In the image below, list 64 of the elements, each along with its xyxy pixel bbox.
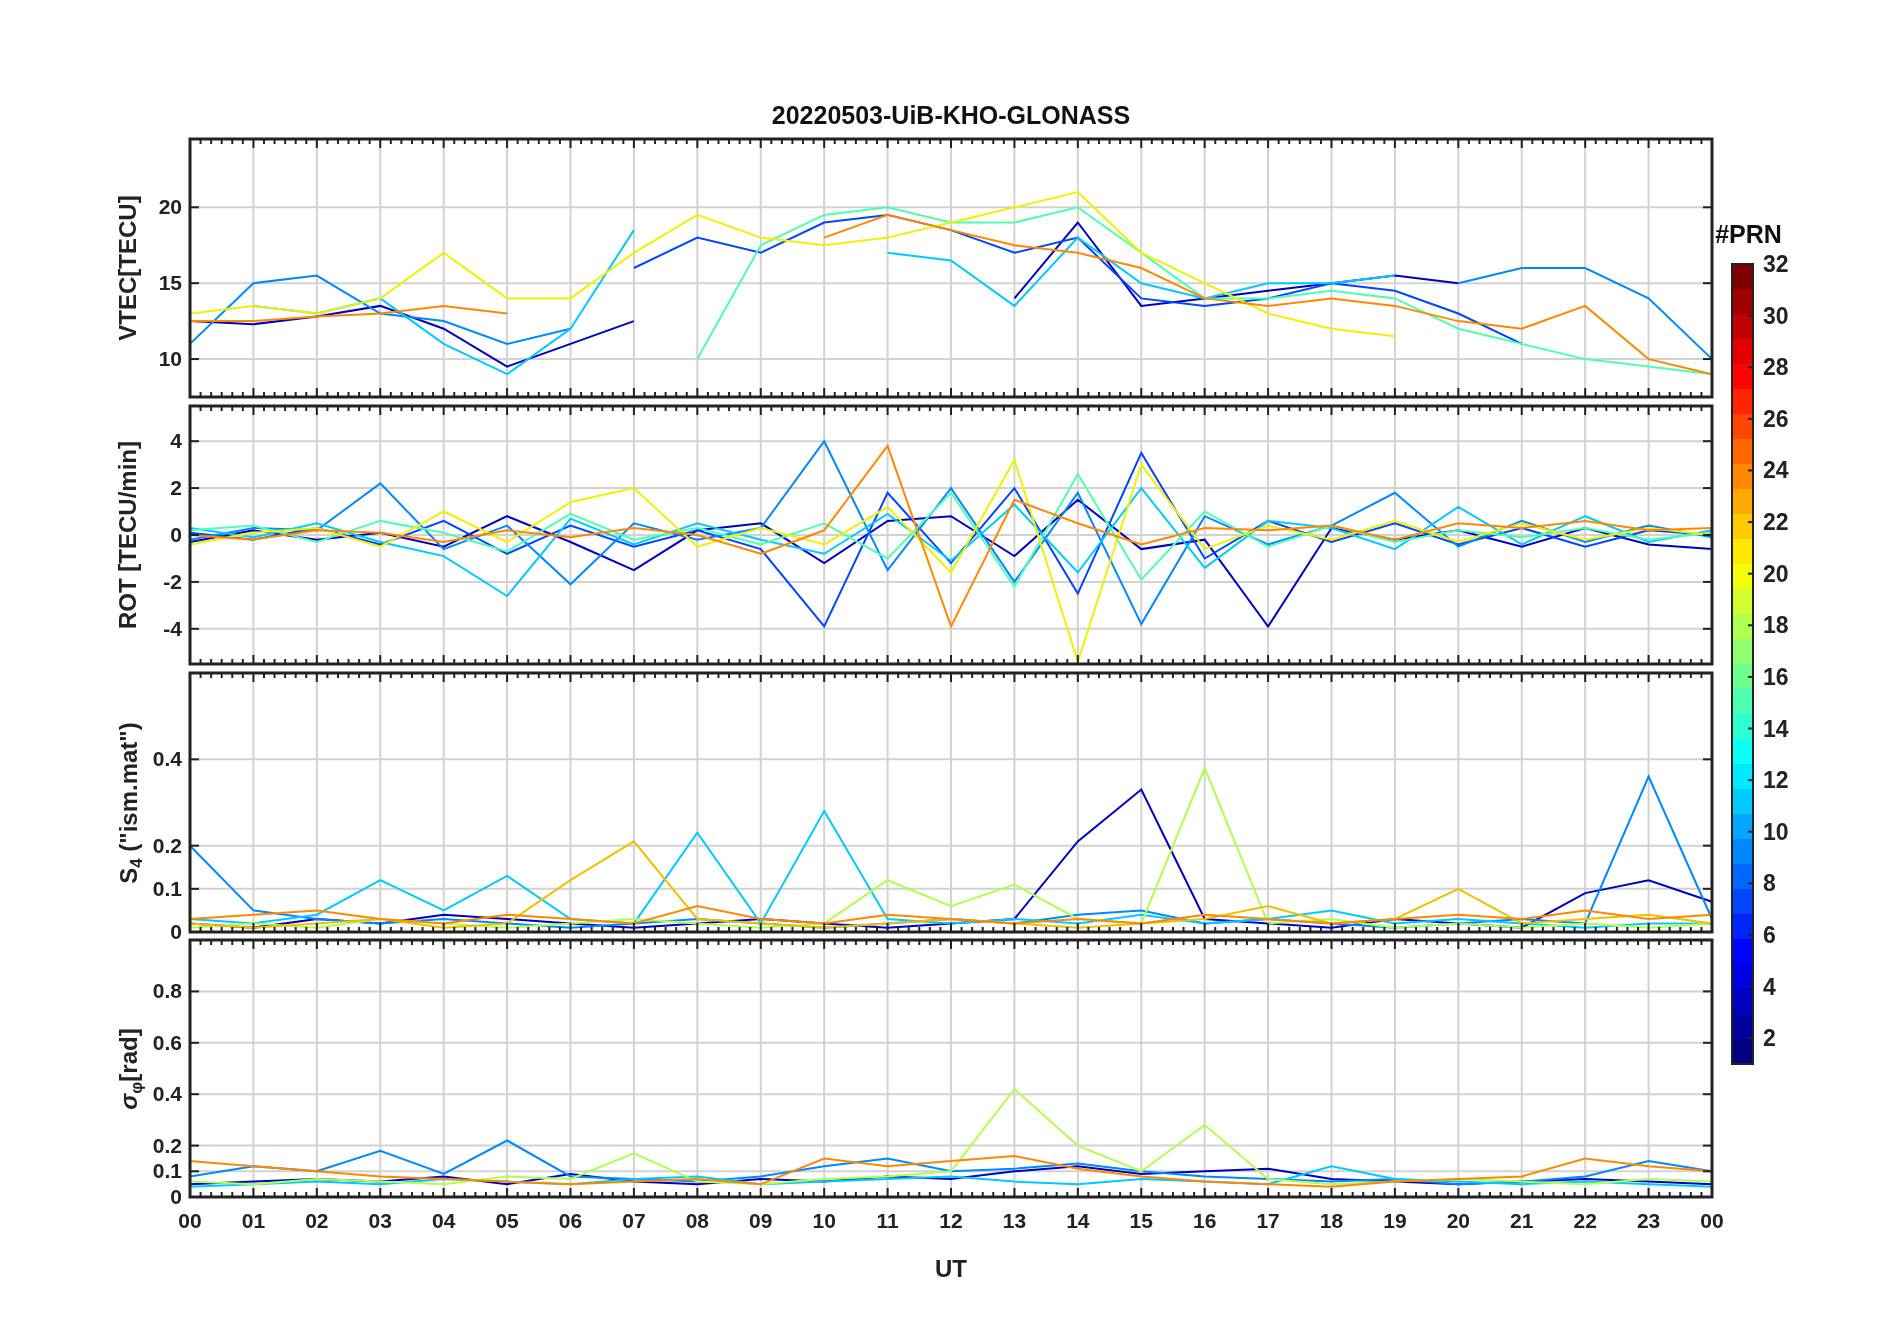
chart-title: 20220503-UiB-KHO-GLONASS — [771, 101, 1131, 129]
colorbar-tick-label: 20 — [1763, 560, 1789, 587]
axis-tick-label: 0 — [170, 523, 182, 546]
axis-tick-label: 16 — [1193, 1209, 1217, 1232]
colorbar-tick-label: 16 — [1763, 663, 1789, 690]
axis-tick-label: 0.4 — [152, 747, 182, 771]
axis-tick-label: 09 — [749, 1209, 773, 1232]
axis-tick-label: 12 — [939, 1209, 963, 1232]
axis-tick-label: 20 — [158, 195, 182, 219]
axis-tick-label: 02 — [305, 1209, 329, 1232]
axis-tick-label: 11 — [876, 1209, 899, 1232]
axis-tick-label: 22 — [1573, 1209, 1597, 1232]
colorbar-tick-label: 26 — [1763, 405, 1789, 432]
axis-tick-label: 03 — [368, 1209, 392, 1232]
axis-tick-label: 0.1 — [152, 876, 182, 900]
axis-tick-label: 2 — [170, 476, 182, 500]
axis-tick-label: 19 — [1383, 1209, 1407, 1232]
axis-tick-label: 00 — [178, 1209, 202, 1232]
axis-tick-label: 15 — [158, 271, 182, 295]
axis-tick-label: 0.2 — [152, 1133, 182, 1157]
axis-tick-label: 13 — [1002, 1209, 1027, 1232]
axis-tick-label: 06 — [558, 1209, 583, 1232]
axis-tick-label: 0 — [170, 920, 182, 943]
axis-tick-label: 07 — [622, 1209, 646, 1232]
colorbar-tick-label: 4 — [1763, 973, 1776, 1000]
axis-tick-label: 0.1 — [152, 1159, 182, 1183]
axis-tick-label: 20 — [1446, 1209, 1470, 1232]
axis-tick-label: 18 — [1319, 1209, 1344, 1232]
colorbar-tick-label: 2 — [1763, 1025, 1776, 1052]
axis-title: VTEC[TECU] — [114, 194, 142, 343]
axis-tick-label: 01 — [241, 1209, 266, 1232]
colorbar-tick-label: 18 — [1763, 612, 1789, 639]
axis-tick-label: 04 — [432, 1209, 456, 1232]
axis-tick-label: 0.2 — [152, 833, 182, 857]
axis-tick-label: 0.6 — [152, 1030, 182, 1054]
axis-tick-label: -2 — [163, 569, 182, 593]
axis-tick-label: 23 — [1636, 1209, 1661, 1232]
axis-tick-label: 15 — [1129, 1209, 1153, 1232]
axis-tick-label: 17 — [1256, 1209, 1280, 1232]
axis-tick-label: 00 — [1700, 1209, 1724, 1232]
colorbar-tick-label: 12 — [1763, 767, 1789, 794]
axis-tick-label: 4 — [170, 429, 182, 453]
axis-tick-label: 10 — [812, 1209, 836, 1232]
axis-title: ROT [TECU/min] — [114, 440, 142, 631]
axis-tick-label: 08 — [685, 1209, 709, 1232]
colorbar-tick-label: 8 — [1763, 870, 1776, 897]
axis-tick-label: 05 — [495, 1209, 519, 1232]
axis-tick-label: 21 — [1510, 1209, 1534, 1232]
axis-tick-label: 0.8 — [152, 979, 182, 1003]
colorbar-tick-label: 32 — [1763, 251, 1789, 277]
axis-tick-label: 10 — [158, 347, 182, 371]
colorbar-tick-label: 14 — [1763, 715, 1789, 742]
colorbar-tick-label: 10 — [1763, 818, 1789, 845]
axis-tick-label: 14 — [1066, 1209, 1090, 1232]
colorbar-tick-label: 6 — [1763, 921, 1776, 948]
colorbar-tick-label: 22 — [1763, 509, 1789, 536]
colorbar-tick-label: 28 — [1763, 354, 1789, 381]
axis-title: UT — [935, 1255, 967, 1282]
colorbar-tick-label: 24 — [1763, 457, 1789, 484]
colorbar-tick-label: 30 — [1763, 302, 1789, 329]
axis-tick-label: -4 — [163, 616, 182, 640]
colorbar-title: #PRN — [1715, 220, 1782, 248]
axis-tick-label: 0.4 — [152, 1082, 182, 1106]
axis-tick-label: 0 — [170, 1185, 182, 1208]
